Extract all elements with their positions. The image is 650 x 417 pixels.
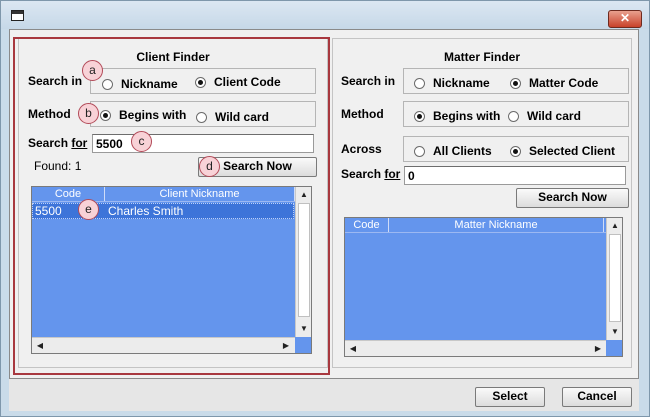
table-row[interactable]: 5500 Charles Smith	[32, 203, 294, 219]
radio-label: Nickname	[433, 76, 490, 90]
client-finder-title: Client Finder	[136, 50, 210, 64]
matter-begins-with-radio[interactable]: Begins with	[414, 109, 500, 123]
scroll-thumb[interactable]	[609, 234, 621, 322]
scroll-left-icon[interactable]: ◀	[32, 338, 48, 353]
matter-across-label: Across	[341, 142, 382, 156]
radio-indicator	[195, 76, 206, 88]
matter-grid-header: Code Matter Nickname	[345, 218, 606, 233]
client-search-for-label: Search for	[28, 136, 87, 150]
matter-search-for-label: Search for	[341, 167, 400, 181]
search-for-text: Search	[341, 167, 385, 181]
callout-c: c	[131, 131, 152, 152]
matter-results-grid: Code Matter Nickname ▲ ▼ ◀ ▶	[344, 217, 623, 357]
scroll-thumb[interactable]	[298, 203, 310, 317]
search-for-accelerator: for	[384, 167, 401, 181]
radio-label: Matter Code	[529, 76, 599, 90]
scroll-left-icon[interactable]: ◀	[345, 341, 361, 356]
client-search-nickname-radio[interactable]: Nickname	[102, 77, 178, 91]
radio-indicator	[508, 110, 519, 122]
client-grid-horizontal-scrollbar[interactable]: ◀ ▶	[32, 337, 295, 353]
matter-wild-card-radio[interactable]: Wild card	[508, 109, 581, 123]
radio-indicator	[102, 78, 113, 90]
scroll-right-icon[interactable]: ▶	[278, 338, 294, 353]
client-method-label: Method	[28, 107, 71, 121]
matter-search-nickname-radio[interactable]: Nickname	[414, 76, 490, 90]
radio-label: Client Code	[214, 75, 281, 89]
search-for-text: Search	[28, 136, 72, 150]
matter-search-code-radio[interactable]: Matter Code	[510, 76, 598, 90]
client-begins-with-radio[interactable]: Begins with	[100, 108, 186, 122]
callout-e: e	[78, 199, 99, 220]
title-bar: ✕	[1, 1, 649, 29]
client-search-code-radio[interactable]: Client Code	[195, 75, 281, 89]
close-button[interactable]: ✕	[608, 10, 642, 28]
cell-nickname: Charles Smith	[108, 204, 184, 218]
scroll-up-icon[interactable]: ▲	[607, 218, 622, 234]
scroll-up-icon[interactable]: ▲	[296, 187, 311, 203]
radio-label: All Clients	[433, 144, 492, 158]
client-search-input[interactable]	[92, 134, 314, 153]
matter-method-label: Method	[341, 107, 384, 121]
callout-b: b	[78, 103, 99, 124]
matter-grid-horizontal-scrollbar[interactable]: ◀ ▶	[345, 340, 606, 356]
radio-label: Begins with	[119, 108, 187, 122]
client-found-count: Found: 1	[34, 159, 82, 173]
matter-search-now-button[interactable]: Search Now	[516, 188, 629, 208]
radio-label: Selected Client	[529, 144, 616, 158]
column-header-nickname[interactable]: Client Nickname	[105, 187, 295, 201]
radio-indicator	[100, 109, 111, 121]
radio-indicator	[414, 145, 425, 157]
radio-label: Wild card	[527, 109, 581, 123]
radio-indicator	[414, 110, 425, 122]
radio-label: Begins with	[433, 109, 501, 123]
scroll-right-icon[interactable]: ▶	[590, 341, 606, 356]
button-bar: Select Cancel	[9, 379, 639, 411]
dialog-body: Client Finder Search in Nickname Client …	[9, 29, 639, 379]
finder-window: ✕ Client Finder Search in Nickname Clien…	[0, 0, 650, 417]
radio-label: Nickname	[121, 77, 178, 91]
client-grid-vertical-scrollbar[interactable]: ▲ ▼	[295, 187, 311, 337]
column-header-nickname[interactable]: Matter Nickname	[389, 218, 604, 232]
matter-search-in-label: Search in	[341, 74, 396, 88]
scroll-down-icon[interactable]: ▼	[607, 324, 622, 340]
radio-indicator	[510, 145, 521, 157]
column-header-code[interactable]: Code	[32, 187, 105, 201]
radio-indicator	[196, 111, 207, 123]
matter-grid-vertical-scrollbar[interactable]: ▲ ▼	[606, 218, 622, 340]
client-search-in-label: Search in	[28, 74, 83, 88]
client-wild-card-radio[interactable]: Wild card	[196, 110, 269, 124]
select-button[interactable]: Select	[475, 387, 545, 407]
matter-finder-title: Matter Finder	[443, 50, 520, 64]
cancel-button[interactable]: Cancel	[562, 387, 632, 407]
window-icon[interactable]	[11, 10, 24, 21]
column-header-code[interactable]: Code	[345, 218, 389, 232]
client-results-grid: Code Client Nickname 5500 Charles Smith …	[31, 186, 312, 354]
callout-a: a	[82, 60, 103, 81]
matter-search-input[interactable]	[404, 166, 626, 185]
radio-indicator	[510, 77, 521, 89]
scroll-down-icon[interactable]: ▼	[296, 321, 311, 337]
matter-all-clients-radio[interactable]: All Clients	[414, 144, 492, 158]
radio-label: Wild card	[215, 110, 269, 124]
callout-d: d	[199, 156, 220, 177]
radio-indicator	[414, 77, 425, 89]
search-for-accelerator: for	[71, 136, 88, 150]
client-grid-header: Code Client Nickname	[32, 187, 295, 202]
matter-selected-client-radio[interactable]: Selected Client	[510, 144, 615, 158]
